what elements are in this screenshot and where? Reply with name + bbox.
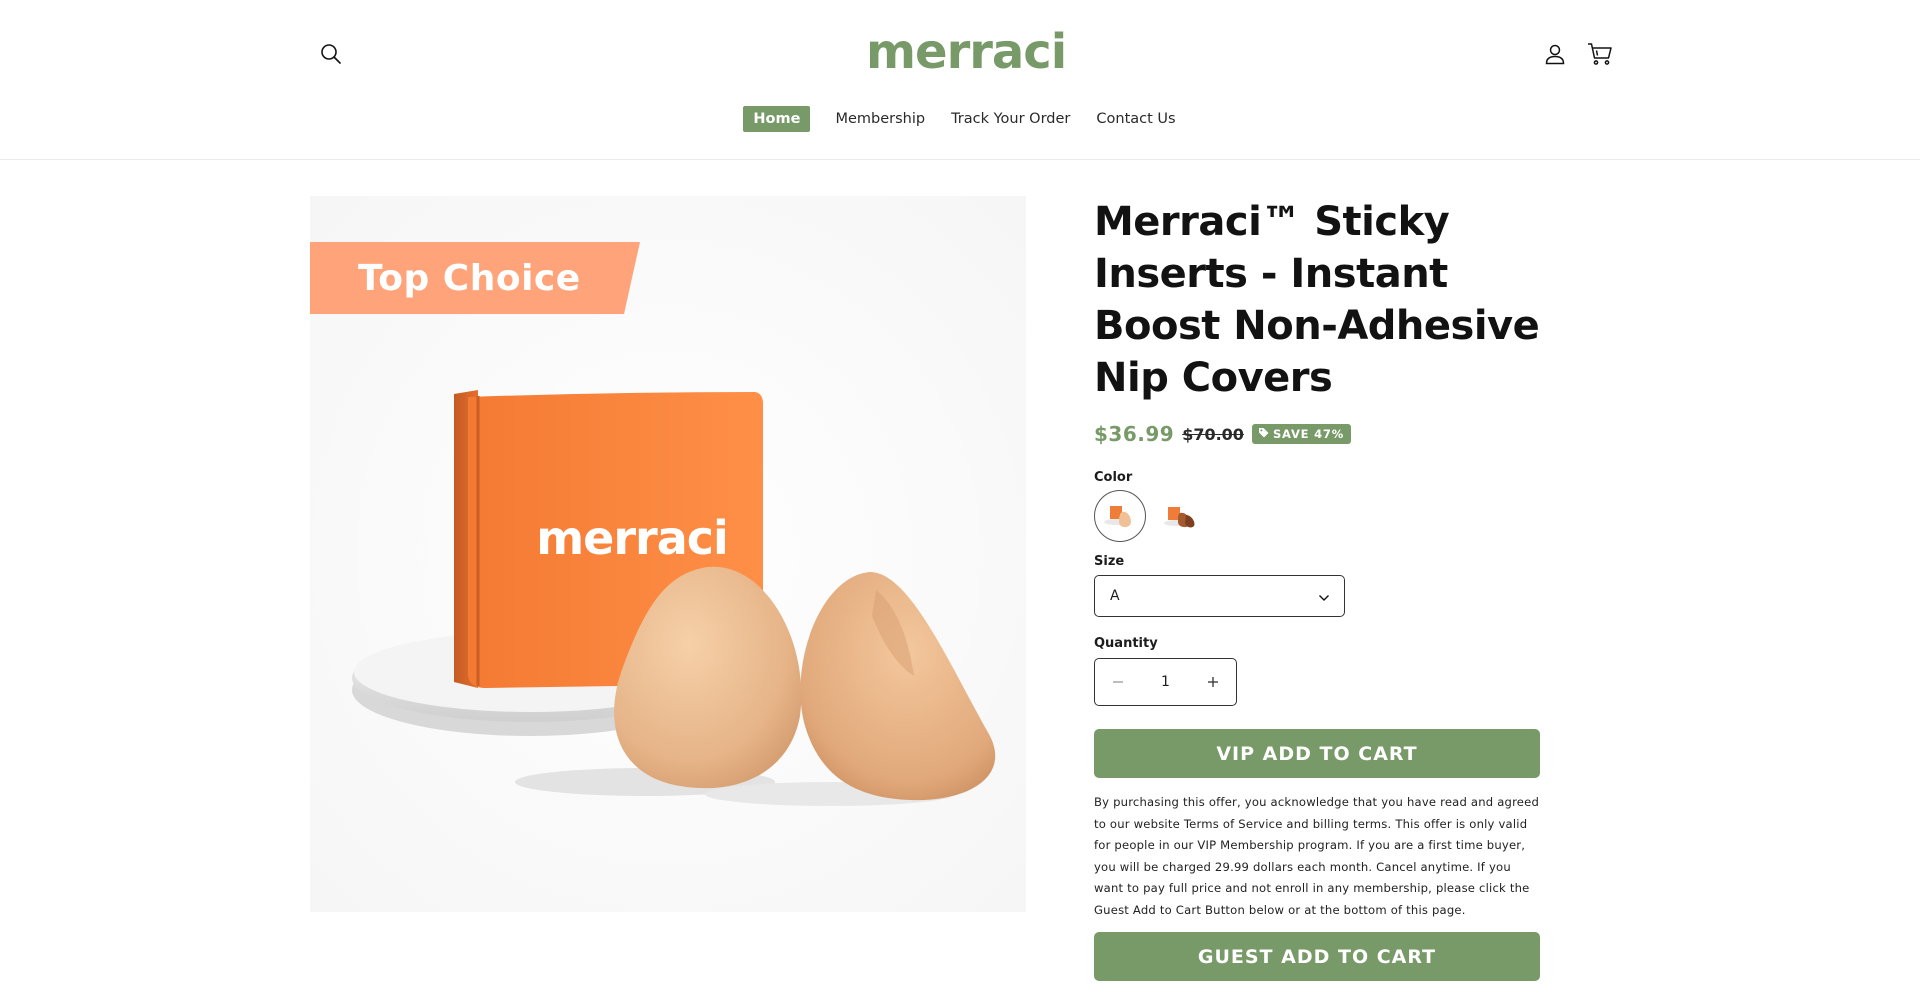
user-icon[interactable] bbox=[1537, 36, 1573, 72]
main-nav: Home Membership Track Your Order Contact… bbox=[0, 106, 1920, 132]
color-swatch-brown[interactable] bbox=[1154, 490, 1206, 542]
top-choice-badge: Top Choice bbox=[310, 242, 640, 314]
search-icon[interactable] bbox=[313, 36, 349, 72]
sale-price: $36.99 bbox=[1094, 422, 1175, 446]
size-selected-value: A bbox=[1110, 588, 1120, 604]
quantity-decrease-button[interactable] bbox=[1095, 659, 1141, 705]
cart-icon[interactable] bbox=[1582, 36, 1618, 72]
nav-contact-us[interactable]: Contact Us bbox=[1095, 106, 1176, 132]
color-label: Color bbox=[1094, 470, 1133, 485]
nav-track-order[interactable]: Track Your Order bbox=[950, 106, 1071, 132]
size-select[interactable]: A bbox=[1094, 575, 1345, 617]
product-media[interactable]: merraci Top Choice bbox=[310, 196, 1026, 912]
size-label: Size bbox=[1094, 554, 1125, 569]
price-row: $36.99 $70.00 SAVE 47% bbox=[1094, 422, 1352, 446]
quantity-input[interactable]: 1 bbox=[1146, 674, 1186, 690]
quantity-label: Quantity bbox=[1094, 636, 1158, 651]
color-swatches bbox=[1094, 490, 1206, 542]
site-logo[interactable]: merraci bbox=[866, 22, 1067, 82]
vip-add-to-cart-button[interactable]: VIP ADD TO CART bbox=[1094, 729, 1540, 778]
box-brand-text: merraci bbox=[536, 511, 728, 565]
color-swatch-nude[interactable] bbox=[1094, 490, 1146, 542]
nav-home[interactable]: Home bbox=[743, 106, 811, 132]
chevron-down-icon bbox=[1318, 587, 1330, 606]
quantity-increase-button[interactable] bbox=[1190, 659, 1236, 705]
quantity-stepper: 1 bbox=[1094, 658, 1237, 706]
top-choice-label: Top Choice bbox=[358, 257, 581, 299]
save-badge: SAVE 47% bbox=[1251, 424, 1352, 444]
nav-membership[interactable]: Membership bbox=[834, 106, 926, 132]
guest-add-to-cart-button[interactable]: GUEST ADD TO CART bbox=[1094, 932, 1540, 981]
save-badge-label: SAVE 47% bbox=[1272, 427, 1345, 441]
vip-disclaimer: By purchasing this offer, you acknowledg… bbox=[1094, 795, 1540, 917]
product-info: Merraci™ Sticky Inserts - Instant Boost … bbox=[1094, 196, 1540, 981]
tag-icon bbox=[1258, 427, 1269, 441]
site-header: merraci Home Membership Track Your Order… bbox=[0, 0, 1920, 160]
product-title: Merraci™ Sticky Inserts - Instant Boost … bbox=[1094, 199, 1540, 401]
regular-price: $70.00 bbox=[1182, 424, 1244, 444]
